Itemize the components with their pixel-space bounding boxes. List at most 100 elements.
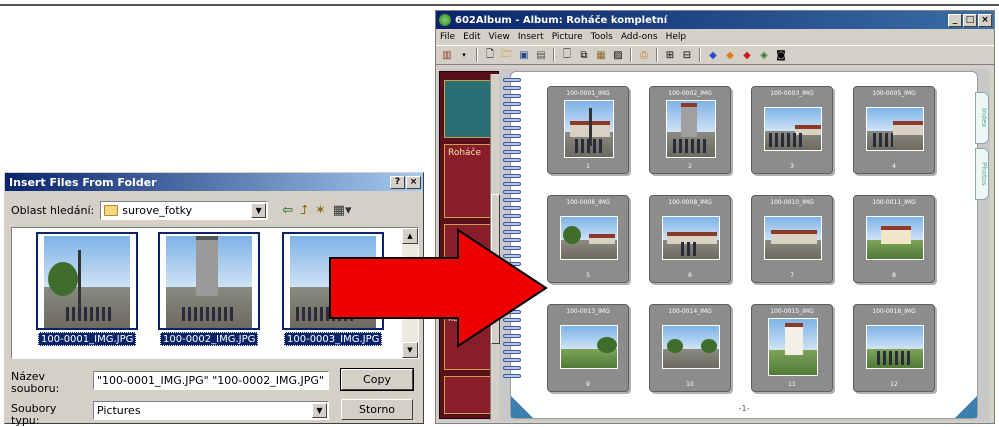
photo-slide[interactable]: 100-0003_IMG 3 [751, 86, 833, 174]
dialog-title: Insert Files From Folder [9, 175, 157, 189]
photo-slide[interactable]: 100-0002_IMG 2 [649, 86, 731, 174]
photo-slide[interactable]: 100-0013_IMG 9 [547, 304, 629, 392]
spine-tab-label: Roháče [448, 148, 482, 158]
copy-icon[interactable]: ⧉ [577, 48, 591, 62]
binder-ring [503, 174, 521, 178]
photo-name: 100-0001_IMG [566, 90, 610, 97]
new-page-icon[interactable]: 🗌 [560, 48, 574, 62]
page-corner-prev[interactable] [511, 396, 533, 418]
album-window-title: 602Album - Album: Roháče kompletní [455, 14, 668, 26]
side-tab-index[interactable]: Index [975, 92, 989, 144]
photo-name: 100-0013_IMG [566, 308, 610, 315]
nav-prev-icon[interactable]: ◆ [723, 48, 737, 62]
photo-slide[interactable]: 100-0011_IMG 8 [853, 195, 935, 283]
photo-slide[interactable]: 100-0018_IMG 12 [853, 304, 935, 392]
arrow-shape [329, 228, 548, 348]
photo-name: 100-0005_IMG [872, 90, 916, 97]
photo-slide[interactable]: 100-0010_IMG 7 [751, 195, 833, 283]
chevron-down-icon[interactable]: ▼ [251, 203, 267, 218]
file-thumbnail[interactable] [158, 232, 260, 330]
binder-ring [503, 86, 521, 90]
file-type-label: Soubory typu: [11, 402, 57, 427]
dialog-titlebar[interactable]: Insert Files From Folder ? × [5, 173, 423, 191]
maximize-button[interactable]: □ [963, 13, 977, 27]
spine-tab-end[interactable] [444, 376, 496, 414]
new-icon[interactable]: 🗋 [483, 48, 497, 62]
toolbar-separator [699, 48, 701, 62]
minimize-button[interactable]: _ [948, 13, 962, 27]
save-icon[interactable]: ▣ [517, 48, 531, 62]
new-folder-icon[interactable]: ✶ [315, 203, 326, 218]
photo-number: 12 [890, 381, 898, 388]
file-name-row: Název souboru: "100-0001_IMG.JPG" "100-0… [11, 368, 421, 397]
binder-ring [503, 214, 521, 218]
chevron-down-icon[interactable]: ▼ [312, 403, 327, 418]
paste-icon[interactable]: ▦ [594, 48, 608, 62]
menu-edit[interactable]: Edit [463, 32, 480, 42]
open-icon[interactable]: 🗁 [500, 48, 514, 62]
close-button[interactable]: × [978, 13, 992, 27]
album-cover-tab[interactable] [444, 80, 496, 138]
cancel-button[interactable]: Storno [341, 399, 413, 420]
photo-number: 1 [586, 163, 590, 170]
menu-file[interactable]: File [440, 32, 455, 42]
binder-ring [503, 102, 521, 106]
rotate-icon[interactable]: ◈ [757, 48, 771, 62]
up-folder-icon[interactable]: ⮥ [300, 203, 308, 218]
help-button[interactable]: ? [390, 175, 405, 189]
page-corner-next[interactable] [955, 396, 977, 418]
photo-number: 10 [686, 381, 694, 388]
photo-number: 4 [892, 163, 896, 170]
look-in-row: Oblast hledání: surove_fotky ▼ ⇦ ⮥ ✶ ▦▾ [11, 201, 352, 220]
photo-number: 5 [586, 272, 590, 279]
photo-thumbnail [866, 107, 924, 151]
binder-ring [503, 206, 521, 210]
photo-slide[interactable]: 100-0001_IMG 1 [547, 86, 629, 174]
nav-next-icon[interactable]: ◆ [740, 48, 754, 62]
back-icon[interactable]: ⇦ [282, 203, 293, 218]
photo-slide[interactable]: 100-0014_IMG 10 [649, 304, 731, 392]
print-icon[interactable]: ⎙ [637, 48, 651, 62]
file-name-input[interactable]: "100-0001_IMG.JPG" "100-0002_IMG.JPG" "1… [93, 371, 329, 390]
file-thumbnail[interactable] [36, 232, 138, 330]
menu-tools[interactable]: Tools [591, 32, 613, 42]
photo-name: 100-0010_IMG [770, 199, 814, 206]
photo-number: 8 [892, 272, 896, 279]
dropdown-arrow-icon[interactable]: ▾ [457, 48, 471, 62]
scan-icon[interactable]: ▤ [534, 48, 548, 62]
binder-ring [503, 374, 521, 378]
menu-picture[interactable]: Picture [552, 32, 583, 42]
menu-help[interactable]: Help [666, 32, 687, 42]
page-number: -1- [738, 404, 750, 413]
grid-icon[interactable]: ⊞ [663, 48, 677, 62]
photo-thumbnail [764, 107, 822, 151]
look-in-combo[interactable]: surove_fotky ▼ [100, 201, 269, 220]
album-icon[interactable]: ▥ [440, 48, 454, 62]
binder-ring [503, 222, 521, 226]
photo-slide[interactable]: 100-0008_IMG 6 [649, 195, 731, 283]
photo-thumbnail [564, 100, 614, 158]
view-menu-icon[interactable]: ▦▾ [333, 203, 352, 218]
spine-tab-rohace[interactable]: Roháče [444, 144, 496, 218]
menu-view[interactable]: View [489, 32, 510, 42]
nav-first-icon[interactable]: ◆ [706, 48, 720, 62]
menu-insert[interactable]: Insert [518, 32, 544, 42]
dialog-close-button[interactable]: × [406, 175, 421, 189]
photo-slide[interactable]: 100-0015_IMG 11 [751, 304, 833, 392]
look-in-label: Oblast hledání: [11, 204, 95, 217]
binder-ring [503, 118, 521, 122]
menu-bar: File Edit View Insert Picture Tools Add-… [436, 29, 994, 45]
photo-slide[interactable]: 100-0005_IMG 4 [853, 86, 935, 174]
photo-name: 100-0008_IMG [668, 199, 712, 206]
menu-addons[interactable]: Add-ons [621, 32, 658, 42]
copy-button[interactable]: Copy [340, 368, 414, 391]
album-titlebar[interactable]: 602Album - Album: Roháče kompletní _ □ × [436, 11, 994, 29]
delete-icon[interactable]: ▨ [611, 48, 625, 62]
file-type-select[interactable]: Pictures ▼ [93, 401, 329, 420]
slideshow-icon[interactable]: ⊟ [680, 48, 694, 62]
photo-name: 100-0018_IMG [872, 308, 916, 315]
folder-icon [104, 205, 119, 216]
photo-slide[interactable]: 100-0006_IMG 5 [547, 195, 629, 283]
camera-icon[interactable]: ◙ [774, 48, 788, 62]
side-tab-photos[interactable]: Photos [975, 148, 989, 200]
